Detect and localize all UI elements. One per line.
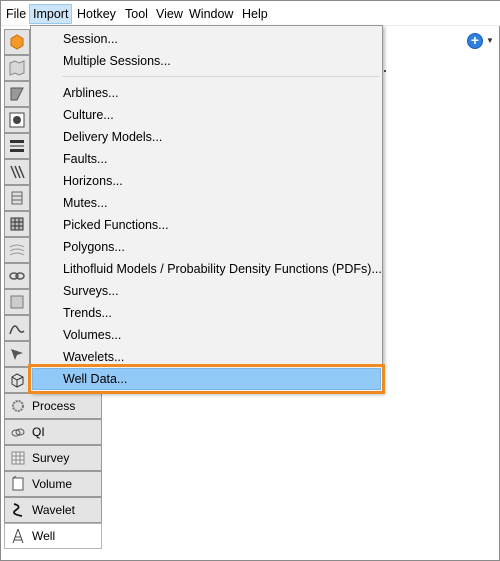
menu-item-multiple-sessions[interactable]: Multiple Sessions... bbox=[32, 50, 381, 72]
menu-item-picked-functions[interactable]: Picked Functions... bbox=[32, 214, 381, 236]
menu-window[interactable]: Window bbox=[186, 4, 236, 24]
menu-item-mutes[interactable]: Mutes... bbox=[32, 192, 381, 214]
section-icon[interactable] bbox=[4, 81, 30, 107]
import-menu: Session... Multiple Sessions... Arblines… bbox=[28, 25, 385, 394]
flow-icon[interactable] bbox=[4, 237, 30, 263]
tool-strip bbox=[4, 29, 30, 393]
add-circle-icon[interactable]: + bbox=[467, 33, 483, 49]
menu-item-horizons[interactable]: Horizons... bbox=[32, 170, 381, 192]
menu-item-surveys[interactable]: Surveys... bbox=[32, 280, 381, 302]
wave-icon bbox=[10, 502, 26, 518]
grid-icon bbox=[10, 450, 26, 466]
menu-tool[interactable]: Tool bbox=[122, 4, 151, 24]
nav-panel-wavelet[interactable]: Wavelet bbox=[4, 497, 102, 523]
divider-mark bbox=[384, 70, 386, 72]
cube-icon bbox=[10, 476, 26, 492]
cube-icon[interactable] bbox=[4, 367, 30, 393]
menu-item-trends[interactable]: Trends... bbox=[32, 302, 381, 324]
map-icon[interactable] bbox=[4, 55, 30, 81]
circle-icon[interactable] bbox=[4, 107, 30, 133]
nav-panel-qi[interactable]: QI bbox=[4, 419, 102, 445]
nav-panel-volume[interactable]: Volume bbox=[4, 471, 102, 497]
hexagon-icon[interactable] bbox=[4, 29, 30, 55]
nav-panel-well[interactable]: Well bbox=[4, 523, 102, 549]
menu-item-wavelets[interactable]: Wavelets... bbox=[32, 346, 381, 368]
menu-item-volumes[interactable]: Volumes... bbox=[32, 324, 381, 346]
nav-panel-label: Well bbox=[32, 529, 56, 543]
menu-item-session[interactable]: Session... bbox=[32, 28, 381, 50]
nav-panel-label: Process bbox=[32, 399, 76, 413]
arrow-icon[interactable] bbox=[4, 341, 30, 367]
faults-icon[interactable] bbox=[4, 159, 30, 185]
horizon-icon[interactable] bbox=[4, 185, 30, 211]
menu-import[interactable]: Import bbox=[29, 4, 73, 24]
nav-panel-label: Survey bbox=[32, 451, 70, 465]
curve-icon[interactable] bbox=[4, 315, 30, 341]
menu-item-culture[interactable]: Culture... bbox=[32, 104, 381, 126]
nav-panel-label: QI bbox=[32, 425, 45, 439]
menu-item-lithofluid-models[interactable]: Lithofluid Models / Probability Density … bbox=[32, 258, 382, 280]
gear-icon bbox=[10, 398, 26, 414]
nav-panel-process[interactable]: Process bbox=[4, 393, 102, 419]
layers-icon[interactable] bbox=[4, 133, 30, 159]
nav-panel-survey[interactable]: Survey bbox=[4, 445, 102, 471]
square-icon[interactable] bbox=[4, 289, 30, 315]
well-derrick-icon bbox=[10, 528, 26, 544]
menu-item-arblines[interactable]: Arblines... bbox=[32, 82, 381, 104]
nav-panel-label: Wavelet bbox=[32, 503, 75, 517]
grid-volume-icon[interactable] bbox=[4, 211, 30, 237]
menu-file[interactable]: File bbox=[3, 4, 29, 24]
menu-item-well-data[interactable]: Well Data... bbox=[28, 364, 385, 394]
menu-hotkey[interactable]: Hotkey bbox=[74, 4, 119, 24]
chevron-down-icon[interactable]: ▼ bbox=[486, 36, 494, 45]
link-icon[interactable] bbox=[4, 263, 30, 289]
menu-view[interactable]: View bbox=[153, 4, 186, 24]
nav-panel-label: Volume bbox=[32, 477, 73, 491]
menu-item-delivery-models[interactable]: Delivery Models... bbox=[32, 126, 381, 148]
menu-bar: File Import Hotkey Tool View Window Help bbox=[1, 1, 500, 26]
menu-item-polygons[interactable]: Polygons... bbox=[32, 236, 381, 258]
rings-icon bbox=[10, 424, 26, 440]
menu-separator bbox=[62, 76, 380, 77]
app-window: File Import Hotkey Tool View Window Help… bbox=[0, 0, 500, 561]
menu-item-faults[interactable]: Faults... bbox=[32, 148, 381, 170]
menu-help[interactable]: Help bbox=[239, 4, 271, 24]
